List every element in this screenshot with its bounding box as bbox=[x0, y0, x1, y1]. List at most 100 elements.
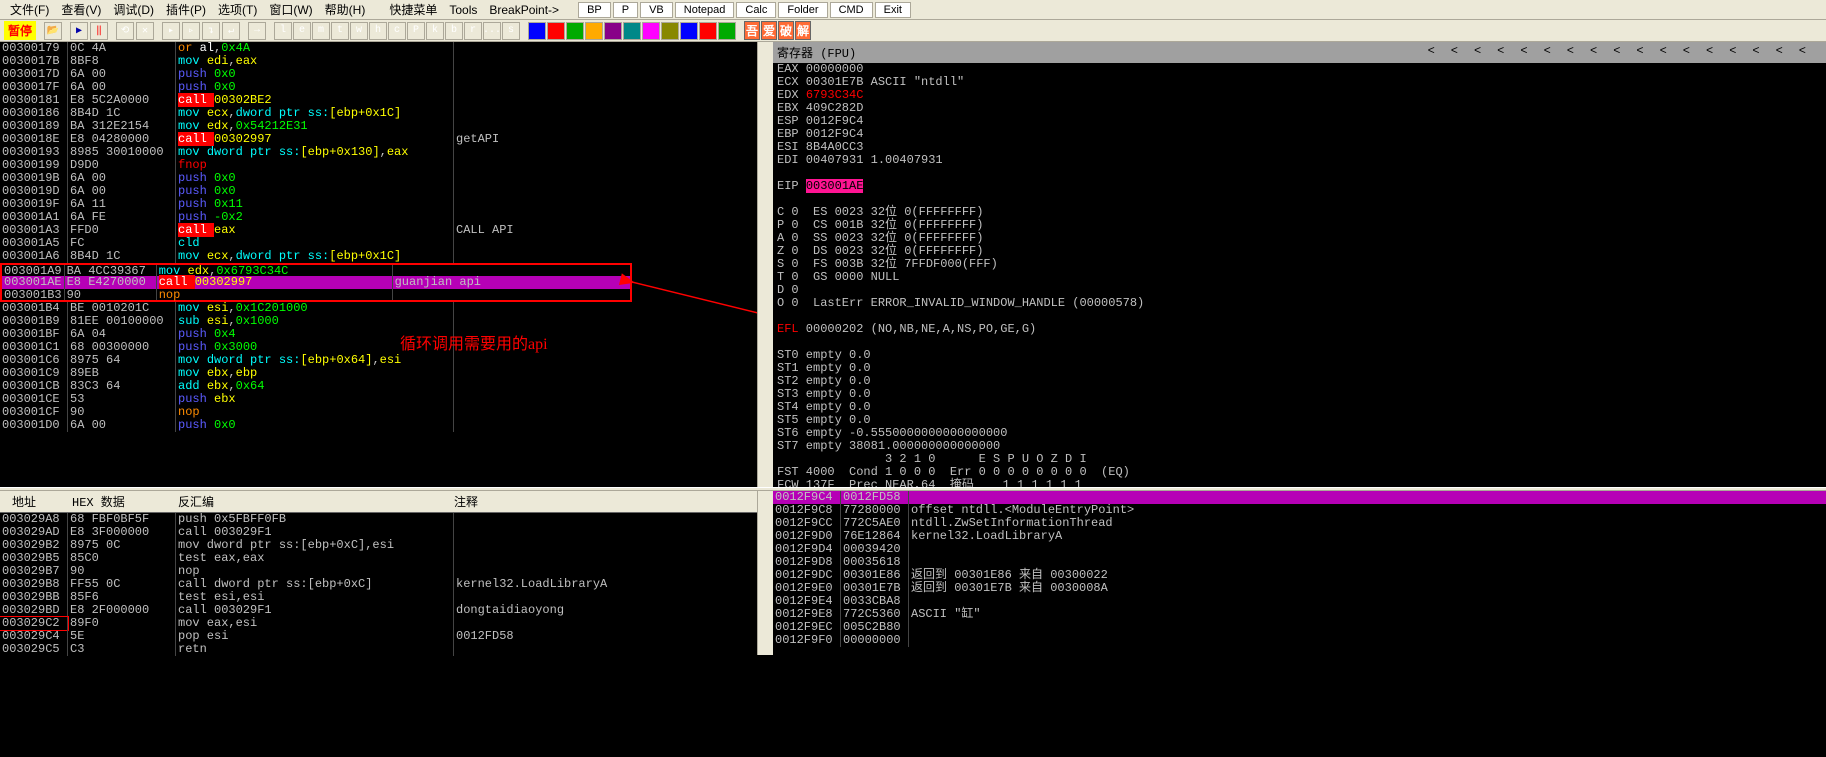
view-c[interactable]: c bbox=[388, 22, 406, 40]
step-over-icon[interactable]: ▹ bbox=[182, 22, 200, 40]
register-line[interactable]: ESP 0012F9C4 bbox=[773, 115, 1826, 128]
disasm-row[interactable]: 003001938985 30010000mov dword ptr ss:[e… bbox=[0, 146, 757, 159]
tab-exit[interactable]: Exit bbox=[875, 2, 911, 18]
color-btn-2[interactable] bbox=[566, 22, 584, 40]
stack-row[interactable]: 0012F9E000301E7B返回到 00301E7B 来自 0030008A bbox=[773, 582, 1826, 595]
dump-row[interactable]: 003029C5C3retn bbox=[0, 643, 757, 656]
dump-scrollbar[interactable] bbox=[757, 491, 773, 655]
dump-row[interactable]: 003029B585C0test eax,eax bbox=[0, 552, 757, 565]
register-line[interactable]: S 0 FS 003B 32位 7FFDF000(FFF) bbox=[773, 258, 1826, 271]
register-line[interactable]: ST0 empty 0.0 bbox=[773, 349, 1826, 362]
register-line[interactable]: T 0 GS 0000 NULL bbox=[773, 271, 1826, 284]
disasm-row[interactable]: 003001A3FFD0call eaxCALL API bbox=[0, 224, 757, 237]
disasm-row[interactable]: 003001CB83C3 64add ebx,0x64 bbox=[0, 380, 757, 393]
color-btn-8[interactable] bbox=[680, 22, 698, 40]
disasm-row[interactable]: 003001CE53push ebx bbox=[0, 393, 757, 406]
register-line[interactable]: FCW 137F Prec NEAR,64 掩码 1 1 1 1 1 1 bbox=[773, 479, 1826, 487]
color-btn-1[interactable] bbox=[547, 22, 565, 40]
menu-item[interactable]: 快捷菜单 bbox=[383, 0, 443, 20]
disasm-row[interactable]: 003001A16A FEpush -0x2 bbox=[0, 211, 757, 224]
register-line[interactable]: EBP 0012F9C4 bbox=[773, 128, 1826, 141]
view-w[interactable]: w bbox=[350, 22, 368, 40]
dump-row[interactable]: 003029B8FF55 0Ccall dword ptr ss:[ebp+0x… bbox=[0, 578, 757, 591]
stack-pane[interactable]: 0012F9C40012FD580012F9C877280000offset n… bbox=[773, 491, 1826, 655]
menu-item[interactable]: 帮助(H) bbox=[319, 0, 372, 20]
stack-row[interactable]: 0012F9EC005C2B80 bbox=[773, 621, 1826, 634]
disasm-row[interactable]: 003001790C 4Aor al,0x4A bbox=[0, 42, 757, 55]
register-line[interactable]: ST1 empty 0.0 bbox=[773, 362, 1826, 375]
register-line[interactable]: EDX 6793C34C bbox=[773, 89, 1826, 102]
color-btn-9[interactable] bbox=[699, 22, 717, 40]
register-line[interactable]: EDI 00407931 1.00407931 bbox=[773, 154, 1826, 167]
cn-破[interactable]: 破 bbox=[778, 21, 794, 40]
disasm-row[interactable]: 0030019D6A 00push 0x0 bbox=[0, 185, 757, 198]
view-t[interactable]: t bbox=[331, 22, 349, 40]
color-btn-0[interactable] bbox=[528, 22, 546, 40]
cpu-disassembly-pane[interactable]: 003001790C 4Aor al,0x4A0030017B8BF8mov e… bbox=[0, 42, 757, 487]
register-line[interactable]: EIP 003001AE bbox=[773, 180, 1826, 193]
dump-row[interactable]: 003029C45Epop esi0012FD58 bbox=[0, 630, 757, 643]
view-k[interactable]: k bbox=[426, 22, 444, 40]
cn-爱[interactable]: 爱 bbox=[761, 21, 777, 40]
register-line[interactable]: ECX 00301E7B ASCII "ntdll" bbox=[773, 76, 1826, 89]
view-l[interactable]: l bbox=[274, 22, 292, 40]
register-line[interactable]: EFL 00000202 (NO,NB,NE,A,NS,PO,GE,G) bbox=[773, 323, 1826, 336]
cpu-scrollbar[interactable] bbox=[757, 42, 773, 487]
stack-row[interactable]: 0012F9D076E12864kernel32.LoadLibraryA bbox=[773, 530, 1826, 543]
goto-icon[interactable]: → bbox=[248, 22, 266, 40]
tab-calc[interactable]: Calc bbox=[736, 2, 776, 18]
pause-icon[interactable]: ‖ bbox=[90, 22, 108, 40]
dump-row[interactable]: 003029B28975 0Cmov dword ptr ss:[ebp+0xC… bbox=[0, 539, 757, 552]
view-...[interactable]: ... bbox=[483, 22, 501, 40]
menu-item[interactable]: Tools bbox=[443, 1, 483, 19]
view-m[interactable]: m bbox=[312, 22, 330, 40]
menu-item[interactable]: 查看(V) bbox=[55, 0, 107, 20]
disasm-row[interactable]: 0030019B6A 00push 0x0 bbox=[0, 172, 757, 185]
restart-icon[interactable]: ⟲ bbox=[116, 22, 134, 40]
color-btn-4[interactable] bbox=[604, 22, 622, 40]
menu-item[interactable]: BreakPoint-> bbox=[483, 1, 565, 19]
menu-item[interactable]: 调试(D) bbox=[107, 0, 160, 20]
disasm-row[interactable]: 003001A68B4D 1Cmov ecx,dword ptr ss:[ebp… bbox=[0, 250, 757, 263]
tab-folder[interactable]: Folder bbox=[778, 2, 827, 18]
view-s[interactable]: s bbox=[502, 22, 520, 40]
disasm-row[interactable]: 003001D06A 00push 0x0 bbox=[0, 419, 757, 432]
step-into-icon[interactable]: ↵ bbox=[222, 22, 240, 40]
dump-pane[interactable]: 地址 HEX 数据 反汇编 注释 003029A868 FBF0BF5Fpush… bbox=[0, 491, 757, 655]
tab-notepad[interactable]: Notepad bbox=[675, 2, 735, 18]
color-btn-10[interactable] bbox=[718, 22, 736, 40]
view-P[interactable]: P bbox=[407, 22, 425, 40]
cn-吾[interactable]: 吾 bbox=[744, 21, 760, 40]
disasm-row[interactable]: 003001C68975 64mov dword ptr ss:[ebp+0x6… bbox=[0, 354, 757, 367]
view-b[interactable]: b bbox=[445, 22, 463, 40]
register-line[interactable]: O 0 LastErr ERROR_INVALID_WINDOW_HANDLE … bbox=[773, 297, 1826, 310]
open-icon[interactable]: 📂 bbox=[44, 22, 62, 40]
disasm-row[interactable]: 003001CF90nop bbox=[0, 406, 757, 419]
menu-item[interactable]: 窗口(W) bbox=[263, 0, 318, 20]
step-icon[interactable]: ▸ bbox=[162, 22, 180, 40]
dump-row[interactable]: 003029BDE8 2F000000call 003029F1dongtaid… bbox=[0, 604, 757, 617]
play-icon[interactable]: ▶ bbox=[70, 22, 88, 40]
register-line[interactable]: EBX 409C282D bbox=[773, 102, 1826, 115]
register-line[interactable] bbox=[773, 336, 1826, 349]
tab-bp[interactable]: BP bbox=[578, 2, 611, 18]
nav-arrows[interactable]: <<<<<<<<<<<<<<<<< bbox=[1428, 44, 1822, 61]
close-icon[interactable]: ✕ bbox=[136, 22, 154, 40]
color-btn-5[interactable] bbox=[623, 22, 641, 40]
color-btn-6[interactable] bbox=[642, 22, 660, 40]
disasm-row[interactable]: 0030017B8BF8mov edi,eax bbox=[0, 55, 757, 68]
register-line[interactable] bbox=[773, 167, 1826, 180]
register-line[interactable]: ST4 empty 0.0 bbox=[773, 401, 1826, 414]
register-line[interactable]: ST3 empty 0.0 bbox=[773, 388, 1826, 401]
disasm-row[interactable]: 0030017D6A 00push 0x0 bbox=[0, 68, 757, 81]
view-h[interactable]: h bbox=[369, 22, 387, 40]
register-line[interactable]: ST2 empty 0.0 bbox=[773, 375, 1826, 388]
menu-item[interactable]: 文件(F) bbox=[4, 0, 55, 20]
dump-row[interactable]: 003029C289F0mov eax,esi bbox=[0, 617, 757, 630]
stack-row[interactable]: 0012F9F000000000 bbox=[773, 634, 1826, 647]
registers-pane[interactable]: 寄存器 (FPU) <<<<<<<<<<<<<<<<< EAX 00000000… bbox=[773, 42, 1826, 487]
color-btn-7[interactable] bbox=[661, 22, 679, 40]
color-btn-3[interactable] bbox=[585, 22, 603, 40]
stack-row[interactable]: 0012F9D400039420 bbox=[773, 543, 1826, 556]
disasm-row[interactable]: 0030019F6A 11push 0x11 bbox=[0, 198, 757, 211]
